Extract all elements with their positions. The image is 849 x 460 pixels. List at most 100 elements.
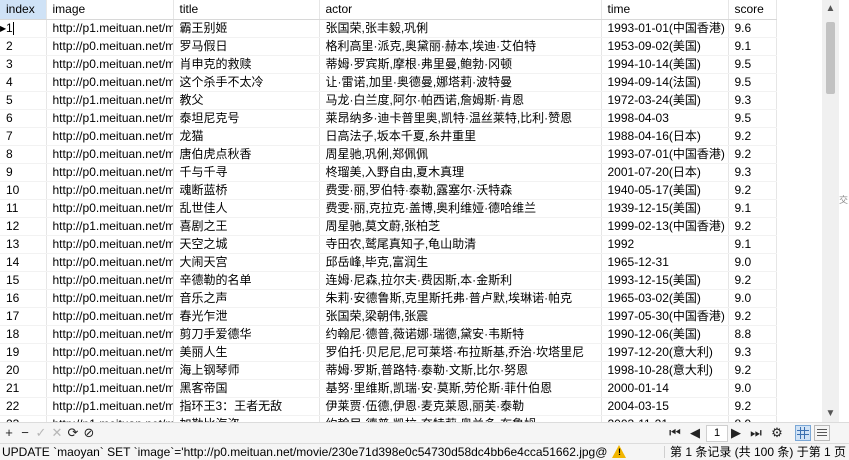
table-row[interactable]: 15 http://p0.meituan.net/mo 辛德勒的名单 连姆·尼森,拉尔… (0, 271, 777, 290)
table-row[interactable]: 14 http://p0.meituan.net/mo 大闹天宫 邱岳峰,毕克,富润生… (0, 253, 777, 272)
cell-actor[interactable]: 寺田农,鹫尾真知子,龟山助清 (319, 235, 602, 254)
cell-index[interactable]: 21 (0, 379, 47, 398)
cell-image[interactable]: http://p1.meituan.net/mo (46, 91, 174, 110)
cell-actor[interactable]: 马龙·白兰度,阿尔·帕西诺,詹姆斯·肯恩 (319, 91, 602, 110)
cell-title[interactable]: 天空之城 (173, 235, 320, 254)
cell-actor[interactable]: 费雯·丽,克拉克·盖博,奥利维娅·德哈维兰 (319, 199, 602, 218)
cell-title[interactable]: 黑客帝国 (173, 379, 320, 398)
cell-actor[interactable]: 邱岳峰,毕克,富润生 (319, 253, 602, 272)
cell-image[interactable]: http://p0.meituan.net/mo (46, 361, 174, 380)
cell-score[interactable]: 9.1 (728, 235, 777, 254)
page-number-input[interactable]: 1 (706, 425, 728, 442)
cell-image[interactable]: http://p0.meituan.net/mo (46, 325, 174, 344)
cell-time[interactable]: 1988-04-16(日本) (601, 127, 729, 146)
add-record-icon[interactable]: + (1, 425, 17, 441)
cell-title[interactable]: 大闹天宫 (173, 253, 320, 272)
cell-index[interactable]: 11 (0, 199, 47, 218)
cell-score[interactable]: 9.2 (728, 217, 777, 236)
cell-index[interactable]: 18 (0, 325, 47, 344)
cell-title[interactable]: 喜剧之王 (173, 217, 320, 236)
cell-title[interactable]: 春光乍泄 (173, 307, 320, 326)
cell-score[interactable]: 9.3 (728, 163, 777, 182)
cell-title[interactable]: 魂断蓝桥 (173, 181, 320, 200)
cell-time[interactable]: 2000-01-14 (601, 379, 729, 398)
cell-score[interactable]: 9.3 (728, 91, 777, 110)
cell-title[interactable]: 唐伯虎点秋香 (173, 145, 320, 164)
cell-score[interactable]: 9.1 (728, 37, 777, 56)
table-row[interactable]: 20 http://p0.meituan.net/mo 海上钢琴师 蒂姆·罗斯,普路特… (0, 361, 777, 380)
cell-index[interactable]: 4 (0, 73, 47, 92)
cell-index[interactable]: 10 (0, 181, 47, 200)
cell-actor[interactable]: 格利高里·派克,奥黛丽·赫本,埃迪·艾伯特 (319, 37, 602, 56)
cell-actor[interactable]: 张国荣,梁朝伟,张震 (319, 307, 602, 326)
column-header-title[interactable]: title (173, 0, 320, 20)
cell-time[interactable]: 1972-03-24(美国) (601, 91, 729, 110)
cell-index[interactable]: 13 (0, 235, 47, 254)
column-header-image[interactable]: image (46, 0, 174, 20)
cell-score[interactable]: 9.0 (728, 379, 777, 398)
cell-title[interactable]: 辛德勒的名单 (173, 271, 320, 290)
cell-time[interactable]: 1998-10-28(意大利) (601, 361, 729, 380)
table-row[interactable]: 7 http://p0.meituan.net/mo 龙猫 日高法子,坂本千夏,糸井重… (0, 127, 777, 146)
cell-time[interactable]: 1993-07-01(中国香港) (601, 145, 729, 164)
cell-time[interactable]: 1953-09-02(美国) (601, 37, 729, 56)
form-view-icon[interactable] (814, 425, 830, 441)
cell-score[interactable]: 9.2 (728, 307, 777, 326)
cell-image[interactable]: http://p1.meituan.net/mo (46, 217, 174, 236)
prev-page-icon[interactable]: ◀ (687, 425, 703, 441)
cell-time[interactable]: 1965-03-02(美国) (601, 289, 729, 308)
cell-actor[interactable]: 张国荣,张丰毅,巩俐 (319, 19, 602, 38)
stop-icon[interactable]: ⊘ (81, 425, 97, 441)
cell-image[interactable]: http://p0.meituan.net/mo (46, 307, 174, 326)
cell-score[interactable]: 9.5 (728, 73, 777, 92)
cell-index[interactable]: 8 (0, 145, 47, 164)
scroll-thumb[interactable] (826, 22, 835, 94)
cell-score[interactable]: 9.1 (728, 199, 777, 218)
table-row[interactable]: 8 http://p0.meituan.net/mo 唐伯虎点秋香 周星驰,巩俐,郑佩… (0, 145, 777, 164)
cell-score[interactable]: 9.5 (728, 55, 777, 74)
cell-image[interactable]: http://p0.meituan.net/mo (46, 253, 174, 272)
cell-score[interactable]: 9.2 (728, 127, 777, 146)
table-row[interactable]: 19 http://p0.meituan.net/mo 美丽人生 罗伯托·贝尼尼,尼可… (0, 343, 777, 362)
cell-time[interactable]: 2001-07-20(日本) (601, 163, 729, 182)
cell-image[interactable]: http://p0.meituan.net/mo (46, 271, 174, 290)
cell-actor[interactable]: 连姆·尼森,拉尔夫·费因斯,本·金斯利 (319, 271, 602, 290)
cell-actor[interactable]: 日高法子,坂本千夏,糸井重里 (319, 127, 602, 146)
cell-time[interactable]: 1998-04-03 (601, 109, 729, 128)
column-header-actor[interactable]: actor (319, 0, 602, 20)
first-page-icon[interactable]: ⏮ (667, 425, 683, 441)
cell-actor[interactable]: 莱昂纳多·迪卡普里奥,凯特·温丝莱特,比利·赞恩 (319, 109, 602, 128)
cell-title[interactable]: 这个杀手不太冷 (173, 73, 320, 92)
cell-score[interactable]: 9.2 (728, 145, 777, 164)
cell-actor[interactable]: 基努·里维斯,凯瑞·安·莫斯,劳伦斯·菲什伯恩 (319, 379, 602, 398)
last-page-icon[interactable]: ⏭ (748, 425, 764, 441)
cell-score[interactable]: 9.0 (728, 253, 777, 272)
cell-actor[interactable]: 周星驰,莫文蔚,张柏芝 (319, 217, 602, 236)
delete-record-icon[interactable]: − (17, 425, 33, 441)
cell-index[interactable]: 17 (0, 307, 47, 326)
cell-index[interactable]: 5 (0, 91, 47, 110)
cell-score[interactable]: 9.2 (728, 271, 777, 290)
cell-index[interactable]: 15 (0, 271, 47, 290)
table-row[interactable]: 6 http://p1.meituan.net/mo 泰坦尼克号 莱昂纳多·迪卡普里奥… (0, 109, 777, 128)
table-row[interactable]: 16 http://p0.meituan.net/mo 音乐之声 朱莉·安德鲁斯,克里… (0, 289, 777, 308)
cell-image[interactable]: http://p1.meituan.net/mo (46, 109, 174, 128)
cell-time[interactable]: 1965-12-31 (601, 253, 729, 272)
cell-image[interactable]: http://p0.meituan.net/mo (46, 181, 174, 200)
cell-title[interactable]: 剪刀手爱德华 (173, 325, 320, 344)
cell-actor[interactable]: 蒂姆·罗斯,普路特·泰勒·文斯,比尔·努恩 (319, 361, 602, 380)
next-page-icon[interactable]: ▶ (728, 425, 744, 441)
cell-time[interactable]: 1997-12-20(意大利) (601, 343, 729, 362)
cell-image[interactable]: http://p0.meituan.net/mo (46, 163, 174, 182)
cell-image[interactable]: http://p0.meituan.net/mo (46, 37, 174, 56)
cell-score[interactable]: 9.0 (728, 289, 777, 308)
cell-title[interactable]: 指环王3：王者无敌 (173, 397, 320, 416)
cell-time[interactable]: 1990-12-06(美国) (601, 325, 729, 344)
cell-index[interactable]: 19 (0, 343, 47, 362)
cell-index[interactable]: 22 (0, 397, 47, 416)
cell-image[interactable]: http://p0.meituan.net/mo (46, 235, 174, 254)
cell-actor[interactable]: 伊莱贾·伍德,伊恩·麦克莱恩,丽芙·泰勒 (319, 397, 602, 416)
vertical-scrollbar[interactable]: ▲ ▼ (822, 0, 839, 422)
cell-index[interactable]: 6 (0, 109, 47, 128)
discard-changes-icon[interactable]: ✕ (49, 425, 65, 441)
